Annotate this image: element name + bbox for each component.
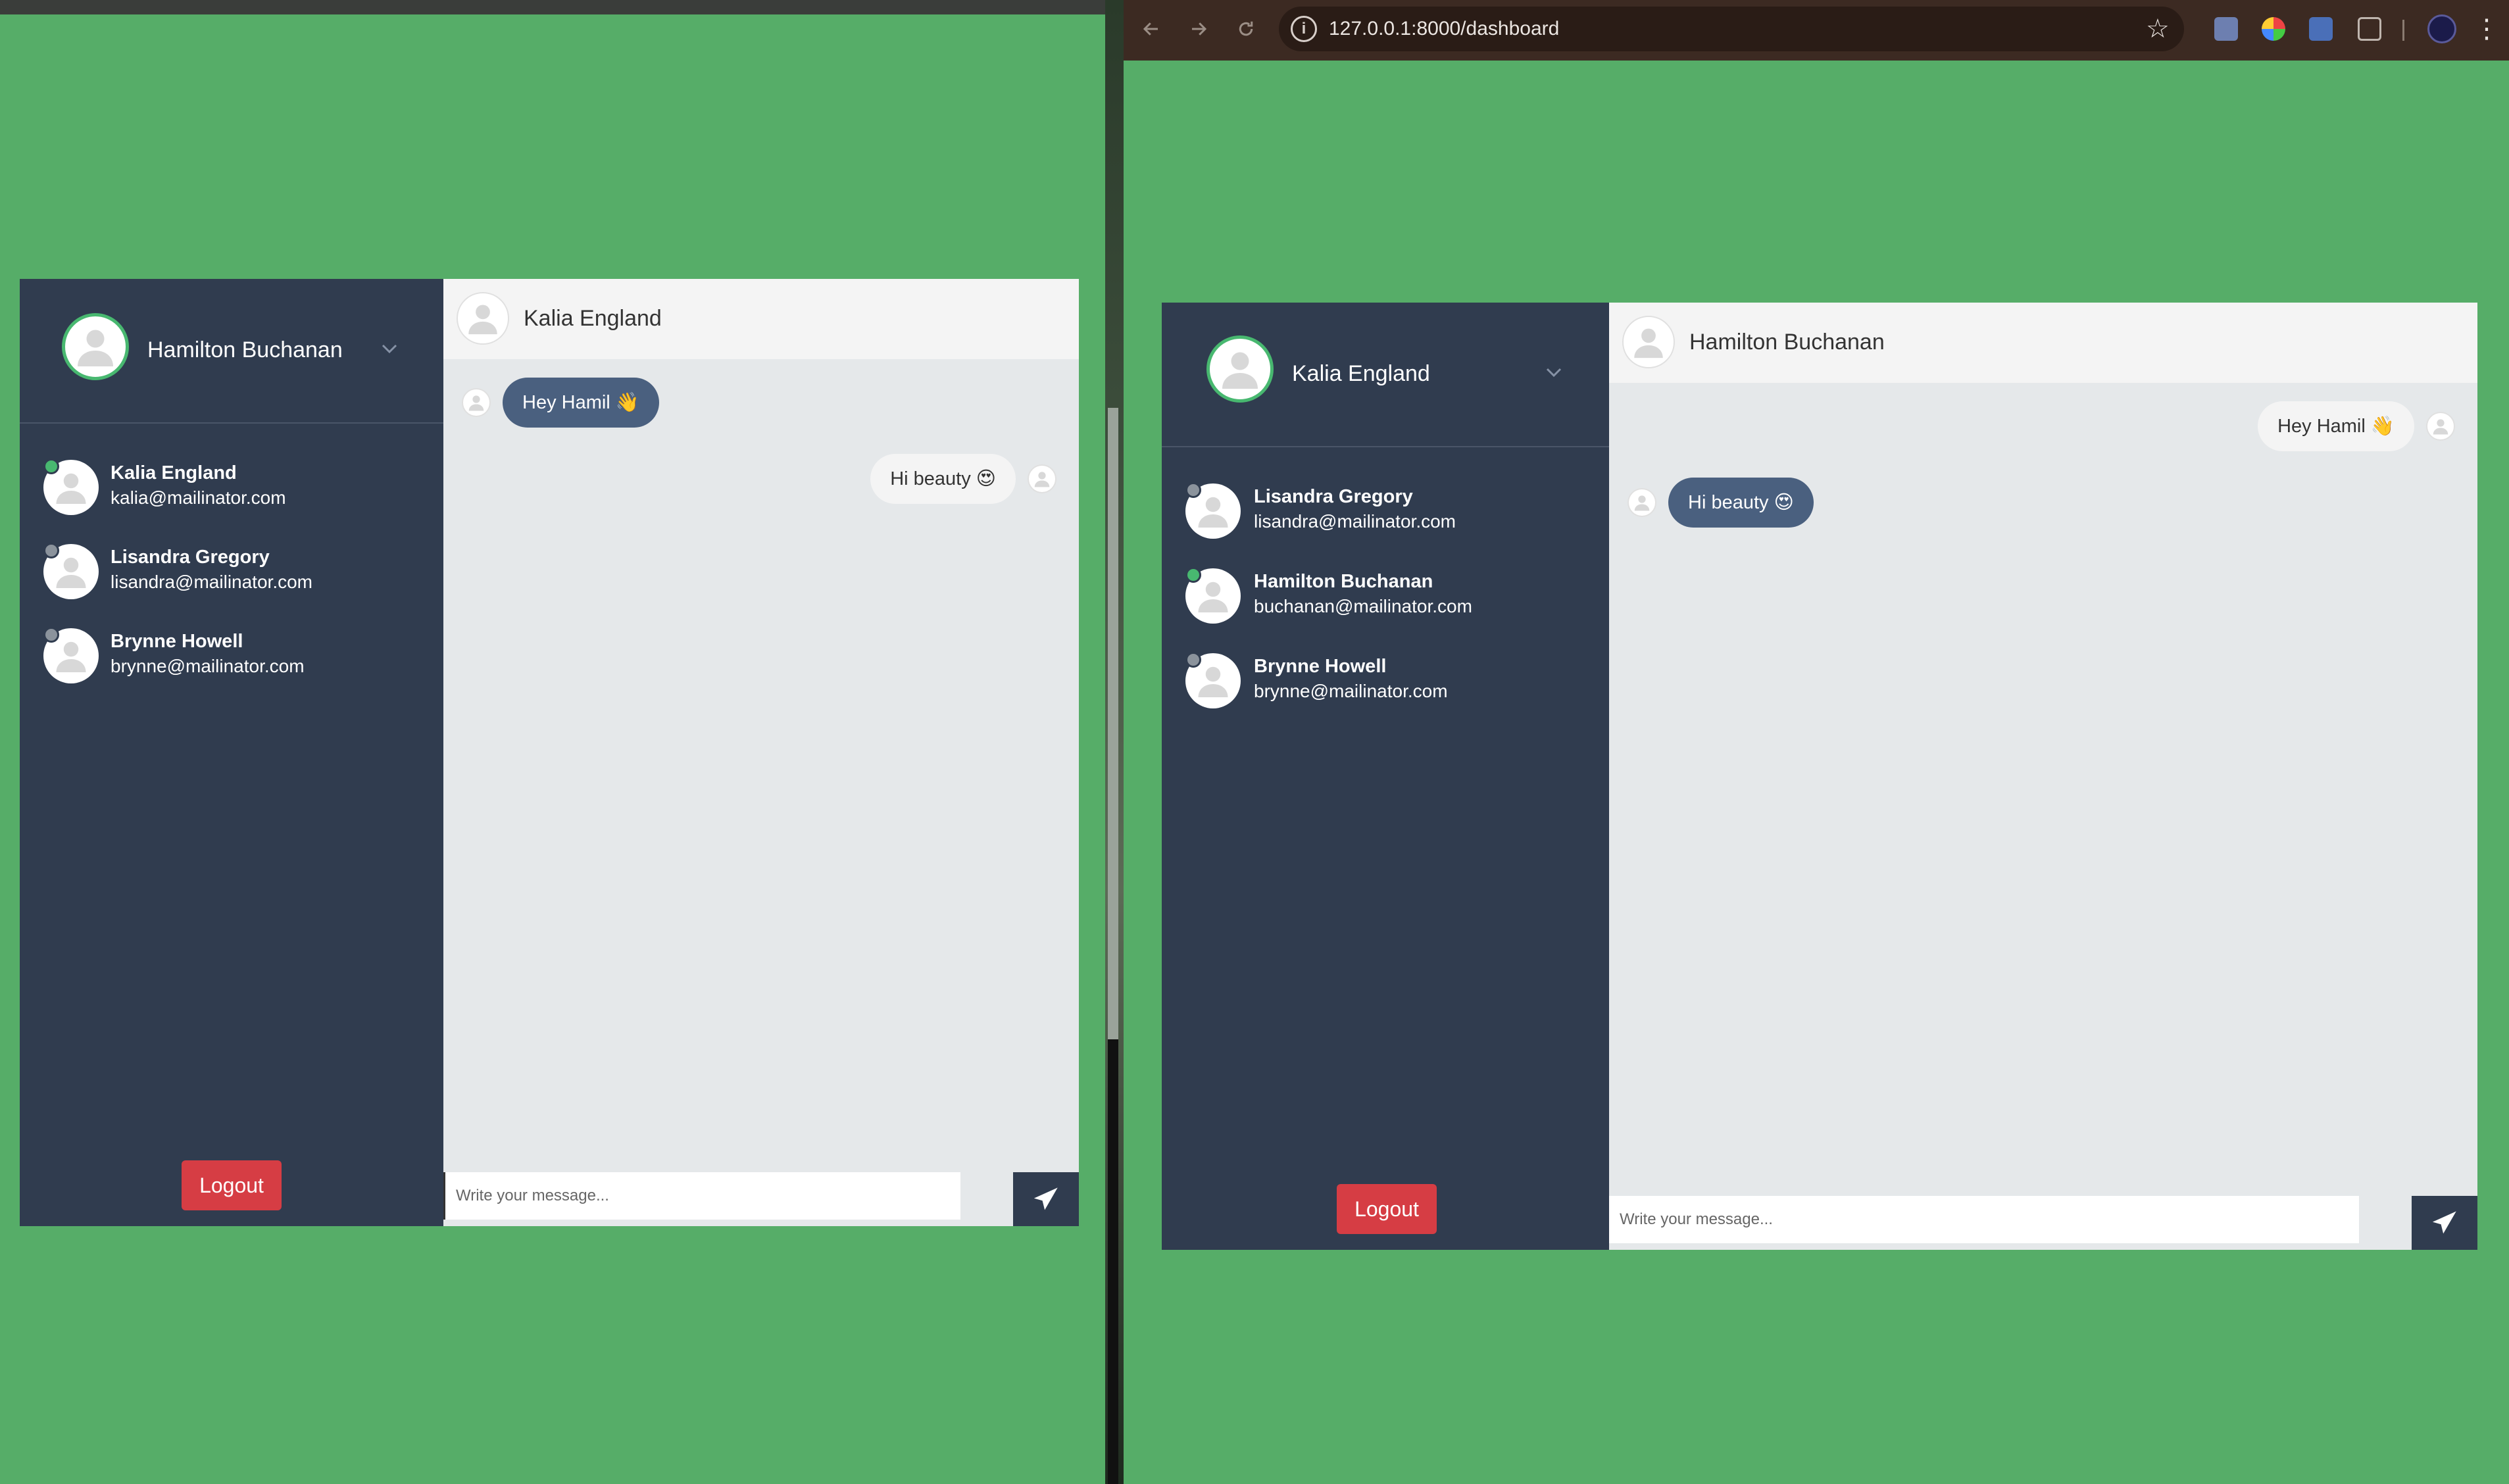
user-placeholder-icon [56, 473, 86, 504]
contact-name: Lisandra Gregory [111, 547, 270, 568]
site-info-icon[interactable]: i [1291, 16, 1317, 42]
contact-name: Brynne Howell [1254, 656, 1387, 677]
chevron-down-icon[interactable] [380, 339, 399, 359]
puzzle-icon[interactable] [2358, 17, 2381, 41]
user-placeholder-icon [78, 330, 113, 366]
forward-arrow-icon[interactable] [1179, 9, 1218, 49]
user-placeholder-icon [1198, 666, 1228, 697]
chat-partner-avatar [1622, 316, 1675, 368]
message-avatar [1028, 464, 1056, 493]
user-placeholder-icon [2433, 419, 2448, 435]
message-bubble: Hey Hamil 👋 [2258, 401, 2414, 451]
extension-icon[interactable] [2214, 17, 2238, 41]
user-placeholder-icon [56, 557, 86, 588]
contact-name: Brynne Howell [111, 631, 243, 652]
chat-header: Kalia England [443, 279, 1079, 359]
background-window-strip-dark [1108, 1039, 1118, 1484]
contact-email: brynne@mailinator.com [111, 656, 305, 676]
left-chat-app: Hamilton Buchanan Kalia England kalia@ma… [20, 279, 1079, 1226]
toolbar-separator [2402, 20, 2404, 41]
user-placeholder-icon [468, 305, 497, 335]
user-placeholder-icon [56, 641, 86, 672]
contact-item[interactable]: Brynne Howell brynne@mailinator.com [20, 615, 443, 694]
user-placeholder-icon [1222, 352, 1258, 389]
chat-partner-name: Kalia England [524, 306, 662, 331]
contact-email: kalia@mailinator.com [111, 487, 286, 508]
offline-status-dot [1185, 652, 1201, 668]
chat-pane: Kalia England Hey Hamil 👋 Hi beauty 😍 Wr… [443, 279, 1079, 1226]
chat-partner-name: Hamilton Buchanan [1689, 330, 1885, 355]
paper-plane-icon [2432, 1211, 2456, 1234]
sidebar: Hamilton Buchanan Kalia England kalia@ma… [20, 279, 443, 1226]
message-avatar [2426, 412, 2455, 441]
bookmark-star-icon[interactable]: ☆ [2146, 13, 2170, 45]
contact-item[interactable]: Brynne Howell brynne@mailinator.com [1162, 640, 1609, 719]
sidebar: Kalia England Lisandra Gregory lisandra@… [1162, 303, 1609, 1250]
contact-item[interactable]: Lisandra Gregory lisandra@mailinator.com [20, 531, 443, 610]
current-user-avatar [1206, 335, 1274, 403]
online-status-dot [43, 458, 59, 474]
logout-button[interactable]: Logout [182, 1160, 282, 1210]
address-url[interactable]: 127.0.0.1:8000/dashboard [1329, 16, 1559, 42]
current-user-name: Kalia England [1292, 361, 1430, 386]
chat-partner-avatar [457, 292, 509, 345]
contact-item[interactable]: Kalia England kalia@mailinator.com [20, 447, 443, 526]
message-bubble: Hi beauty 😍 [1668, 478, 1814, 528]
background-window-strip [1108, 408, 1118, 1039]
user-placeholder-icon [1034, 472, 1050, 487]
user-placeholder-icon [1198, 497, 1228, 528]
message-avatar [462, 388, 491, 417]
right-chat-app: Kalia England Lisandra Gregory lisandra@… [1162, 303, 2477, 1250]
send-button[interactable] [2412, 1196, 2477, 1250]
message-input[interactable]: Write your message... [443, 1172, 960, 1220]
offline-status-dot [1185, 482, 1201, 498]
extension-icon[interactable] [2309, 17, 2333, 41]
extension-icon[interactable] [2262, 17, 2285, 41]
offline-status-dot [43, 627, 59, 643]
contact-email: buchanan@mailinator.com [1254, 596, 1472, 616]
user-placeholder-icon [1634, 328, 1663, 359]
current-user-header[interactable]: Kalia England [1162, 303, 1609, 447]
contact-email: lisandra@mailinator.com [111, 572, 312, 592]
user-placeholder-icon [1634, 495, 1650, 511]
left-window-titlebar [0, 0, 1105, 14]
current-user-avatar [62, 313, 129, 380]
back-arrow-icon[interactable] [1131, 9, 1171, 49]
paper-plane-icon [1033, 1187, 1058, 1210]
send-button[interactable] [1013, 1172, 1079, 1226]
message-bubble: Hi beauty 😍 [870, 454, 1016, 504]
contact-name: Lisandra Gregory [1254, 486, 1413, 507]
contact-name: Kalia England [111, 462, 237, 483]
reload-icon[interactable] [1226, 9, 1266, 49]
message-bubble: Hey Hamil 👋 [503, 378, 659, 428]
contact-email: brynne@mailinator.com [1254, 681, 1448, 701]
contact-name: Hamilton Buchanan [1254, 571, 1433, 592]
contact-item[interactable]: Lisandra Gregory lisandra@mailinator.com [1162, 470, 1609, 549]
chat-pane: Hamilton Buchanan Hey Hamil 👋 Hi beauty … [1609, 303, 2477, 1250]
contact-email: lisandra@mailinator.com [1254, 511, 1456, 532]
offline-status-dot [43, 543, 59, 558]
contact-item[interactable]: Hamilton Buchanan buchanan@mailinator.co… [1162, 555, 1609, 634]
online-status-dot [1185, 567, 1201, 583]
kebab-menu-icon[interactable]: ⋮ [2473, 13, 2500, 45]
current-user-header[interactable]: Hamilton Buchanan [20, 279, 443, 424]
logout-button[interactable]: Logout [1337, 1184, 1437, 1234]
message-avatar [1627, 488, 1656, 517]
user-placeholder-icon [1198, 581, 1228, 612]
current-user-name: Hamilton Buchanan [147, 337, 343, 362]
chevron-down-icon[interactable] [1545, 363, 1563, 383]
chat-header: Hamilton Buchanan [1609, 303, 2477, 383]
user-placeholder-icon [468, 395, 484, 411]
profile-avatar[interactable] [2427, 14, 2456, 43]
message-input[interactable]: Write your message... [1609, 1196, 2359, 1243]
